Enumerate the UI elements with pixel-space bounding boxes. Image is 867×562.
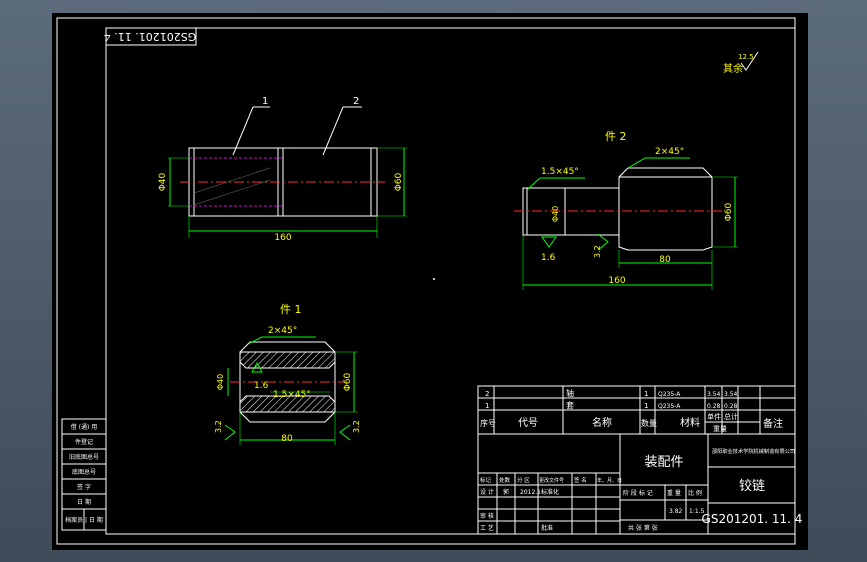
rev-label-mark: 标记 — [480, 476, 492, 484]
design-label: 设 计 — [480, 488, 494, 496]
stage-label: 阶 段 标 记 — [623, 489, 653, 497]
bom-row-0-no: 2 — [485, 390, 489, 398]
bom-row-0-material: Q235-A — [658, 391, 681, 398]
part1-dia-inner: Φ40 — [216, 374, 225, 390]
company-name: 邵阳职业技术学院机械制造有限公司 — [712, 447, 795, 455]
roughness-note: 其余 — [723, 62, 743, 75]
inner-frame — [105, 27, 796, 535]
shaft-large-dia — [618, 167, 713, 251]
bom-row-1-no: 1 — [485, 402, 489, 410]
part2-dia-large: Φ60 — [724, 202, 734, 221]
bom-table: 2 轴 1 Q235-A 3.54 3.54 1 套 1 Q235-A 0.28… — [477, 385, 796, 435]
part2-rough-left-symbol — [541, 236, 557, 248]
std-label: 标准化 — [541, 488, 559, 496]
scale-label: 比 例 — [688, 489, 702, 497]
rev-label-sign: 签 名 — [574, 476, 587, 484]
bom-header-code: 代号 — [518, 417, 538, 429]
outer-frame — [56, 17, 796, 545]
design-date: 2012.1 — [520, 489, 541, 496]
part2-len-160: 160 — [608, 276, 625, 286]
designer: 郭 — [503, 488, 509, 496]
drawing-sheet: GS201201. 11. 4 其余 12.5 1 2 Φ40 Φ60 160 … — [52, 13, 808, 550]
assembly-name: 装配件 — [644, 455, 683, 470]
part-name: 铰链 — [739, 479, 765, 494]
sidebar-cell-2: 旧底图总号 — [69, 453, 99, 461]
bom-row-0-unit-wt: 3.54 — [707, 391, 721, 398]
part1-title: 件 1 — [280, 303, 302, 316]
part2-title: 件 2 — [605, 130, 627, 143]
sidebar-table: 借 (通) 用 件登记 旧底图总号 底图总号 签 字 日 期 档案员 | 日 期 — [61, 418, 107, 531]
weight-value: 3.82 — [669, 508, 683, 515]
part1-chamfer-inner: 1.5×45° — [273, 390, 311, 400]
part2-rough-right: 3.2 — [593, 245, 602, 258]
drawing-number: GS201201. 11. 4 — [702, 512, 803, 526]
bom-row-0-name: 轴 — [566, 388, 574, 398]
part2-dia-small: Φ40 — [551, 206, 560, 222]
part1-view: 件 1 2×45° 1.6 1.5×45° Φ40 Φ60 80 3.2 3.2 — [214, 303, 361, 445]
bom-header-name: 名称 — [592, 416, 612, 429]
bom-header-no: 序号 — [480, 418, 496, 428]
rev-label-count: 处数 — [499, 476, 511, 484]
bom-row-0-qty: 1 — [644, 390, 648, 398]
part2-chamfer-left: 1.5×45° — [541, 167, 579, 177]
cad-drawing: GS201201. 11. 4 其余 12.5 1 2 Φ40 Φ60 160 … — [56, 17, 803, 545]
title-block: 邵阳职业技术学院机械制造有限公司 装配件 铰链 GS201201. 11. 4 … — [477, 433, 803, 535]
scale-value: 1:1.5 — [689, 508, 705, 515]
bom-row-1-material: Q235-A — [658, 403, 681, 410]
sidebar-cell-0: 借 (通) 用 — [71, 423, 98, 431]
balloon-2: 2 — [353, 96, 359, 107]
part1-len-80: 80 — [281, 434, 293, 444]
rev-label-zone: 分 区 — [517, 476, 530, 484]
assembly-dia-left: Φ40 — [158, 172, 168, 191]
assembly-view: 1 2 Φ40 Φ60 160 — [158, 96, 407, 243]
bom-row-1-qty: 1 — [644, 402, 648, 410]
bom-header-material: 材料 — [680, 416, 700, 429]
bom-header-total-wt: 总计 — [724, 412, 738, 421]
bom-row-1-unit-wt: 0.28 — [707, 403, 721, 410]
sleeve-hatch-top — [239, 351, 336, 369]
part1-chamfer-top: 2×45° — [268, 326, 297, 336]
bom-row-1-name: 套 — [566, 400, 574, 410]
sidebar-cell-4: 签 字 — [77, 483, 91, 491]
assembly-length: 160 — [274, 233, 291, 243]
part2-view: 件 2 1.5×45° 2×45° Φ40 Φ60 1.6 3.2 80 160 — [514, 130, 738, 290]
part2-chamfer-right: 2×45° — [655, 147, 684, 157]
rev-label-date: 年、月、日 — [597, 477, 622, 484]
stray-point — [433, 278, 435, 280]
part1-rough-right: 3.2 — [352, 420, 361, 433]
bom-header-qty: 数量 — [641, 418, 657, 428]
approve-label: 批准 — [541, 524, 553, 532]
part2-rough-left: 1.6 — [541, 253, 556, 263]
bom-row-0-total-wt: 3.54 — [724, 391, 738, 398]
sheets-label: 共 张 第 张 — [628, 524, 658, 532]
sidebar-cell-1: 件登记 — [75, 438, 93, 446]
sidebar-cell-5: 日 期 — [77, 498, 91, 506]
mirrored-code: GS201201. 11. 4 — [104, 30, 196, 43]
bom-row-1-total-wt: 0.28 — [724, 403, 738, 410]
process-label: 工 艺 — [480, 524, 494, 532]
sidebar-cell-3: 底图总号 — [72, 468, 96, 476]
weight-label: 重 量 — [667, 489, 681, 497]
roughness-value: 12.5 — [738, 53, 754, 61]
rev-label-file: 更改文件号 — [539, 477, 564, 484]
check-label: 审 核 — [480, 512, 494, 520]
part2-len-80: 80 — [659, 255, 671, 265]
sidebar-cell-6: 档案员 | 日 期 — [65, 516, 103, 524]
part1-rough-inner: 1.6 — [254, 381, 269, 391]
bom-header-unit-wt: 单件 — [707, 412, 721, 421]
assembly-dia-right: Φ60 — [394, 172, 404, 191]
balloon-1: 1 — [262, 96, 268, 107]
part1-dia-outer: Φ60 — [343, 372, 353, 391]
part1-rough-left-symbol — [224, 424, 236, 441]
bom-header-weight: 重量 — [713, 425, 727, 433]
part1-rough-right-symbol — [339, 424, 351, 441]
bom-header-remark: 备注 — [763, 417, 783, 430]
part1-rough-left: 3.2 — [214, 420, 223, 433]
